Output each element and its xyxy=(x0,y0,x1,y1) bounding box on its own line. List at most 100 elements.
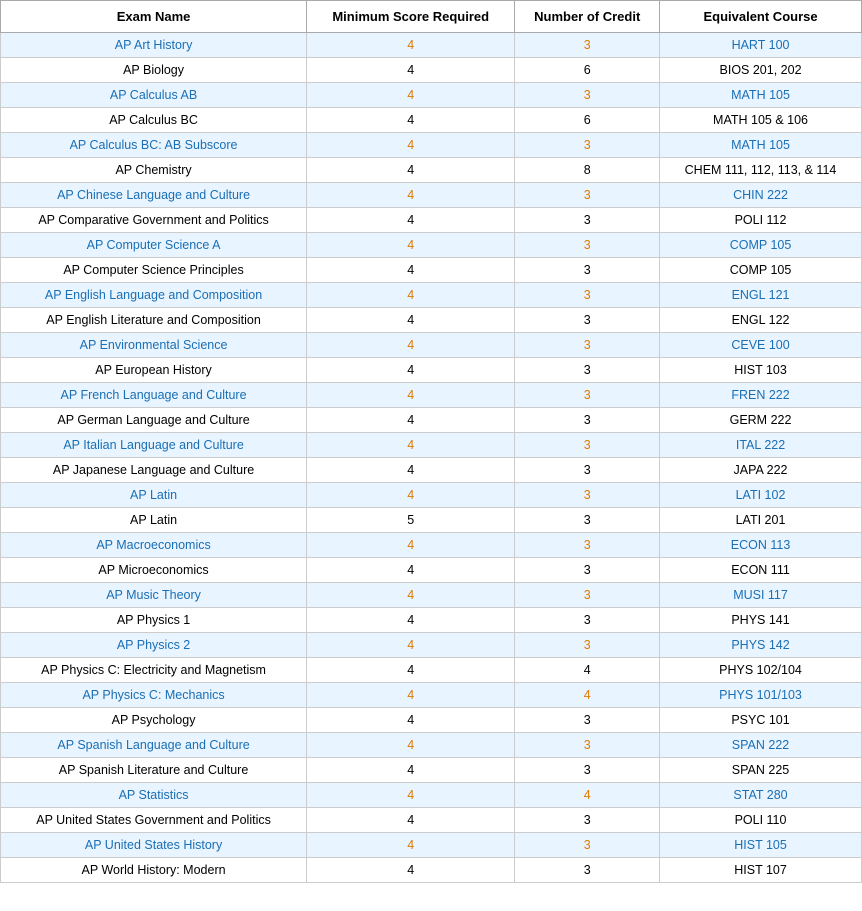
cell-equiv-course: MUSI 117 xyxy=(660,583,862,608)
table-row: AP German Language and Culture43GERM 222 xyxy=(1,408,862,433)
cell-exam-name: AP Statistics xyxy=(1,783,307,808)
cell-min-score: 4 xyxy=(307,83,515,108)
cell-equiv-course: MATH 105 xyxy=(660,133,862,158)
cell-min-score: 4 xyxy=(307,733,515,758)
cell-min-score: 4 xyxy=(307,833,515,858)
table-row: AP Calculus BC46MATH 105 & 106 xyxy=(1,108,862,133)
cell-num-credits: 3 xyxy=(515,508,660,533)
cell-num-credits: 3 xyxy=(515,858,660,883)
table-row: AP Spanish Literature and Culture43SPAN … xyxy=(1,758,862,783)
cell-num-credits: 4 xyxy=(515,683,660,708)
cell-equiv-course: POLI 110 xyxy=(660,808,862,833)
table-row: AP Computer Science Principles43COMP 105 xyxy=(1,258,862,283)
cell-equiv-course: LATI 102 xyxy=(660,483,862,508)
cell-exam-name: AP Biology xyxy=(1,58,307,83)
cell-num-credits: 3 xyxy=(515,758,660,783)
cell-exam-name: AP Computer Science Principles xyxy=(1,258,307,283)
cell-min-score: 4 xyxy=(307,183,515,208)
cell-equiv-course: PHYS 102/104 xyxy=(660,658,862,683)
cell-num-credits: 3 xyxy=(515,408,660,433)
cell-exam-name: AP World History: Modern xyxy=(1,858,307,883)
cell-equiv-course: JAPA 222 xyxy=(660,458,862,483)
cell-equiv-course: SPAN 225 xyxy=(660,758,862,783)
table-row: AP Psychology43PSYC 101 xyxy=(1,708,862,733)
cell-equiv-course: ENGL 122 xyxy=(660,308,862,333)
cell-equiv-course: ITAL 222 xyxy=(660,433,862,458)
cell-num-credits: 3 xyxy=(515,533,660,558)
cell-min-score: 4 xyxy=(307,58,515,83)
cell-exam-name: AP Spanish Language and Culture xyxy=(1,733,307,758)
cell-equiv-course: GERM 222 xyxy=(660,408,862,433)
table-header-row: Exam Name Minimum Score Required Number … xyxy=(1,1,862,33)
cell-min-score: 4 xyxy=(307,383,515,408)
cell-min-score: 4 xyxy=(307,558,515,583)
table-row: AP European History43HIST 103 xyxy=(1,358,862,383)
cell-num-credits: 3 xyxy=(515,708,660,733)
cell-num-credits: 3 xyxy=(515,358,660,383)
cell-exam-name: AP Microeconomics xyxy=(1,558,307,583)
table-row: AP Latin53LATI 201 xyxy=(1,508,862,533)
cell-min-score: 4 xyxy=(307,33,515,58)
cell-exam-name: AP Environmental Science xyxy=(1,333,307,358)
cell-num-credits: 3 xyxy=(515,33,660,58)
cell-num-credits: 3 xyxy=(515,608,660,633)
cell-equiv-course: LATI 201 xyxy=(660,508,862,533)
cell-equiv-course: CHIN 222 xyxy=(660,183,862,208)
table-row: AP Art History43HART 100 xyxy=(1,33,862,58)
table-row: AP Macroeconomics43ECON 113 xyxy=(1,533,862,558)
cell-exam-name: AP German Language and Culture xyxy=(1,408,307,433)
table-row: AP French Language and Culture43FREN 222 xyxy=(1,383,862,408)
cell-min-score: 4 xyxy=(307,858,515,883)
table-row: AP English Language and Composition43ENG… xyxy=(1,283,862,308)
cell-exam-name: AP Physics C: Electricity and Magnetism xyxy=(1,658,307,683)
cell-num-credits: 3 xyxy=(515,133,660,158)
cell-exam-name: AP Italian Language and Culture xyxy=(1,433,307,458)
table-row: AP Physics C: Mechanics44PHYS 101/103 xyxy=(1,683,862,708)
cell-exam-name: AP Chemistry xyxy=(1,158,307,183)
table-row: AP Statistics44STAT 280 xyxy=(1,783,862,808)
cell-exam-name: AP English Language and Composition xyxy=(1,283,307,308)
cell-num-credits: 3 xyxy=(515,233,660,258)
cell-equiv-course: PHYS 101/103 xyxy=(660,683,862,708)
cell-min-score: 4 xyxy=(307,533,515,558)
table-row: AP Physics 143PHYS 141 xyxy=(1,608,862,633)
cell-min-score: 4 xyxy=(307,433,515,458)
cell-num-credits: 3 xyxy=(515,583,660,608)
cell-exam-name: AP Chinese Language and Culture xyxy=(1,183,307,208)
cell-equiv-course: HIST 107 xyxy=(660,858,862,883)
cell-min-score: 4 xyxy=(307,358,515,383)
cell-min-score: 4 xyxy=(307,308,515,333)
cell-num-credits: 3 xyxy=(515,258,660,283)
cell-num-credits: 3 xyxy=(515,633,660,658)
cell-exam-name: AP French Language and Culture xyxy=(1,383,307,408)
cell-min-score: 4 xyxy=(307,283,515,308)
cell-num-credits: 3 xyxy=(515,458,660,483)
cell-min-score: 4 xyxy=(307,583,515,608)
table-row: AP Spanish Language and Culture43SPAN 22… xyxy=(1,733,862,758)
cell-equiv-course: FREN 222 xyxy=(660,383,862,408)
table-row: AP Japanese Language and Culture43JAPA 2… xyxy=(1,458,862,483)
cell-exam-name: AP Japanese Language and Culture xyxy=(1,458,307,483)
table-row: AP Chemistry48CHEM 111, 112, 113, & 114 xyxy=(1,158,862,183)
table-row: AP Biology46BIOS 201, 202 xyxy=(1,58,862,83)
table-row: AP United States History43HIST 105 xyxy=(1,833,862,858)
cell-equiv-course: PHYS 141 xyxy=(660,608,862,633)
cell-exam-name: AP Macroeconomics xyxy=(1,533,307,558)
cell-exam-name: AP Psychology xyxy=(1,708,307,733)
cell-exam-name: AP Latin xyxy=(1,508,307,533)
cell-min-score: 5 xyxy=(307,508,515,533)
cell-equiv-course: HART 100 xyxy=(660,33,862,58)
table-row: AP United States Government and Politics… xyxy=(1,808,862,833)
cell-equiv-course: ECON 111 xyxy=(660,558,862,583)
cell-num-credits: 6 xyxy=(515,108,660,133)
table-row: AP Environmental Science43CEVE 100 xyxy=(1,333,862,358)
cell-exam-name: AP United States Government and Politics xyxy=(1,808,307,833)
table-row: AP Calculus AB43MATH 105 xyxy=(1,83,862,108)
cell-num-credits: 3 xyxy=(515,808,660,833)
cell-num-credits: 6 xyxy=(515,58,660,83)
cell-equiv-course: BIOS 201, 202 xyxy=(660,58,862,83)
cell-equiv-course: PSYC 101 xyxy=(660,708,862,733)
cell-equiv-course: MATH 105 & 106 xyxy=(660,108,862,133)
cell-min-score: 4 xyxy=(307,633,515,658)
cell-equiv-course: ECON 113 xyxy=(660,533,862,558)
